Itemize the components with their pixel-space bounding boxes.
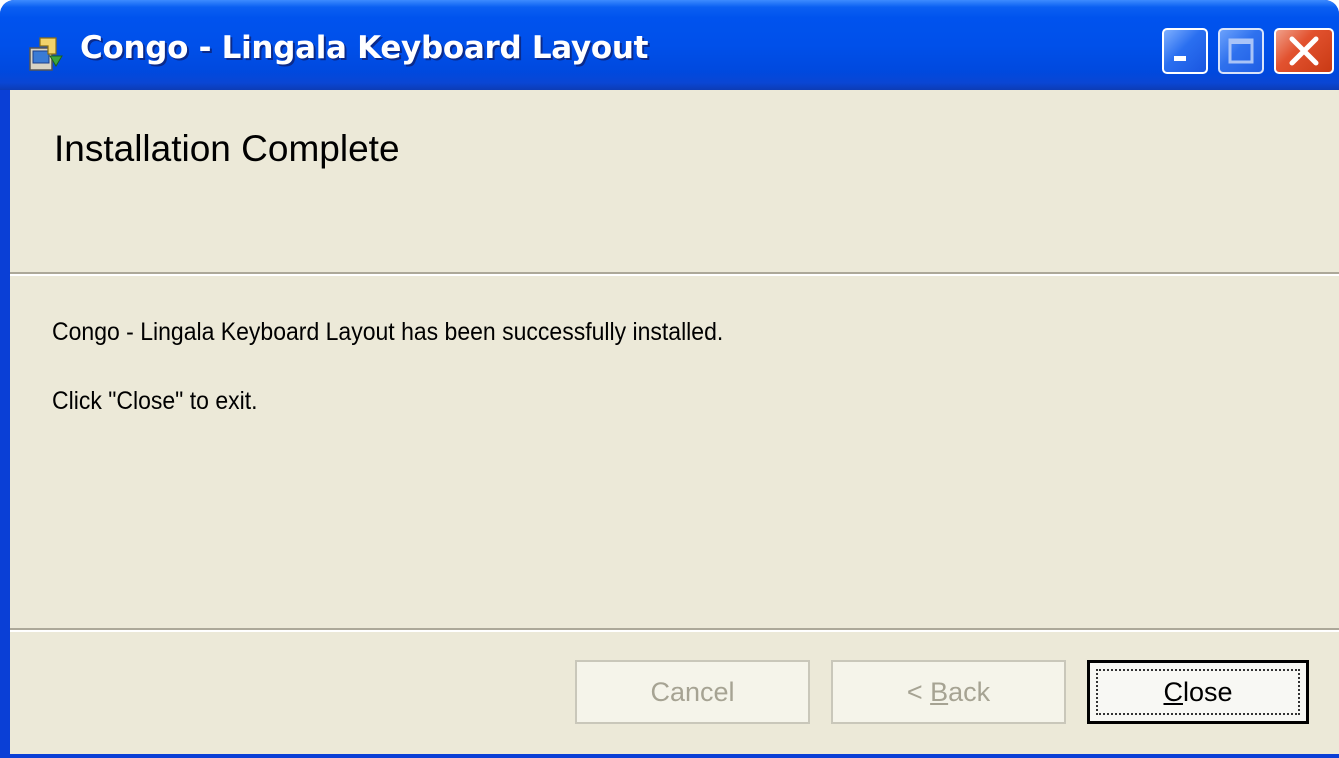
dialog-body: Installation Complete Congo - Lingala Ke…	[10, 90, 1339, 754]
close-button[interactable]: Close	[1087, 660, 1309, 724]
maximize-icon	[1228, 38, 1254, 64]
page-title: Installation Complete	[54, 128, 400, 169]
back-button-label: < Back	[906, 676, 991, 707]
installer-window: Congo - Lingala Keyboard Layout Installa…	[0, 0, 1339, 758]
back-button: < Back	[831, 660, 1066, 724]
minimize-icon	[1174, 56, 1186, 61]
installer-icon	[29, 37, 63, 71]
cancel-button: Cancel	[575, 660, 810, 724]
minimize-button[interactable]	[1162, 28, 1208, 74]
exit-instruction: Click "Close" to exit.	[52, 387, 258, 415]
footer-divider	[10, 628, 1339, 632]
focus-rectangle	[1096, 669, 1300, 715]
close-icon	[1289, 36, 1319, 66]
success-message: Congo - Lingala Keyboard Layout has been…	[52, 318, 724, 346]
cancel-button-label: Cancel	[650, 676, 735, 707]
window-title: Congo - Lingala Keyboard Layout	[80, 30, 649, 66]
maximize-button	[1218, 28, 1264, 74]
title-bar[interactable]: Congo - Lingala Keyboard Layout	[0, 0, 1339, 90]
header-divider	[10, 272, 1339, 276]
close-window-button[interactable]	[1274, 28, 1334, 74]
